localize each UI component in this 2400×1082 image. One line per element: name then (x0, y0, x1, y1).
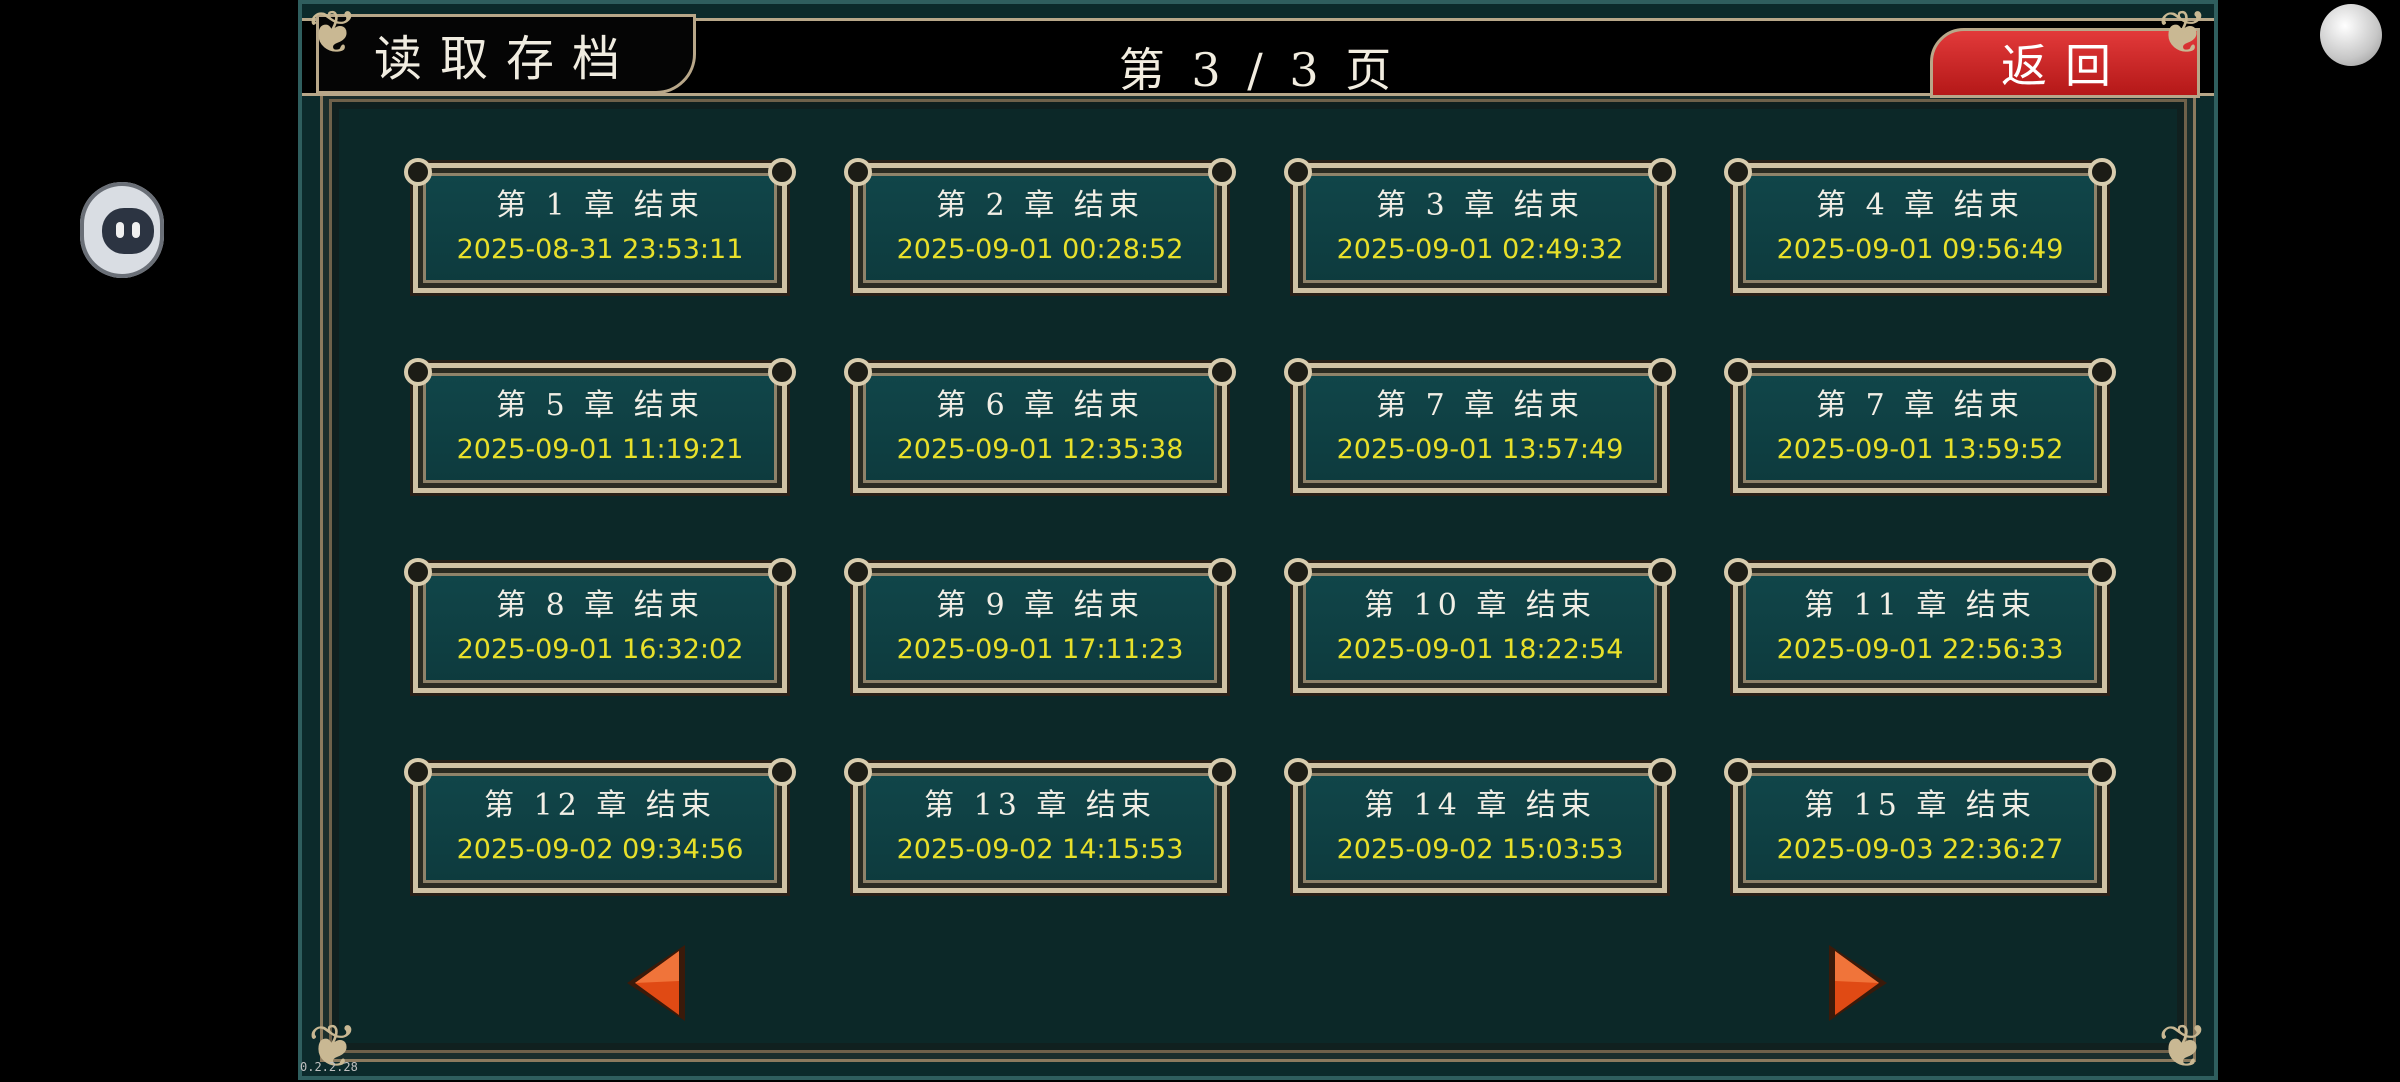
save-slot-title: 第 12 章 结束 (484, 788, 716, 823)
save-slot[interactable]: 第 14 章 结束 2025-09-02 15:03:53 (1284, 758, 1676, 893)
save-slot-date: 2025-09-01 13:57:49 (1336, 434, 1624, 465)
save-slot-title: 第 2 章 结束 (936, 188, 1144, 223)
save-slot-date: 2025-09-01 11:19:21 (456, 434, 744, 465)
next-page-arrow-icon[interactable] (1823, 941, 1893, 1025)
save-slot-title: 第 4 章 结束 (1816, 188, 2024, 223)
save-slot[interactable]: 第 10 章 结束 2025-09-01 18:22:54 (1284, 558, 1676, 693)
save-slot-date: 2025-09-02 09:34:56 (456, 834, 744, 865)
save-slot[interactable]: 第 1 章 结束 2025-08-31 23:53:11 (404, 158, 796, 293)
save-slot-date: 2025-09-01 12:35:38 (896, 434, 1184, 465)
save-slot[interactable]: 第 8 章 结束 2025-09-01 16:32:02 (404, 558, 796, 693)
save-slot[interactable]: 第 5 章 结束 2025-09-01 11:19:21 (404, 358, 796, 493)
save-slot[interactable]: 第 9 章 结束 2025-09-01 17:11:23 (844, 558, 1236, 693)
save-slot-date: 2025-09-02 15:03:53 (1336, 834, 1624, 865)
assistant-bubble-icon[interactable] (80, 182, 164, 278)
save-slot-date: 2025-09-03 22:36:27 (1776, 834, 2064, 865)
save-slot-title: 第 1 章 结束 (496, 188, 704, 223)
slot-grid-frame: 第 1 章 结束 2025-08-31 23:53:11 第 2 章 结束 2025-… (320, 90, 2196, 1062)
save-slot-title: 第 9 章 结束 (936, 588, 1144, 623)
prev-page-arrow-icon[interactable] (621, 941, 691, 1025)
corner-ornament-icon: ❦ (2157, 0, 2209, 68)
corner-ornament-icon: ❦ (307, 0, 359, 68)
save-slot-date: 2025-09-01 18:22:54 (1336, 634, 1624, 665)
save-slot-date: 2025-09-01 17:11:23 (896, 634, 1184, 665)
save-slot[interactable]: 第 4 章 结束 2025-09-01 09:56:49 (1724, 158, 2116, 293)
save-slot[interactable]: 第 7 章 结束 2025-09-01 13:59:52 (1724, 358, 2116, 493)
load-save-panel: 第 1 章 结束 2025-08-31 23:53:11 第 2 章 结束 2025-… (298, 0, 2218, 1082)
save-slot-title: 第 13 章 结束 (924, 788, 1156, 823)
save-slot-title: 第 8 章 结束 (496, 588, 704, 623)
save-slot[interactable]: 第 6 章 结束 2025-09-01 12:35:38 (844, 358, 1236, 493)
save-slot-title: 第 14 章 结束 (1364, 788, 1596, 823)
assistant-eye-right (132, 222, 140, 238)
assistant-eye-left (116, 222, 124, 238)
corner-ornament-icon: ❦ (2157, 1012, 2209, 1082)
save-slot[interactable]: 第 7 章 结束 2025-09-01 13:57:49 (1284, 358, 1676, 493)
save-slot-title: 第 6 章 结束 (936, 388, 1144, 423)
save-slot-title: 第 3 章 结束 (1376, 188, 1584, 223)
save-slot-title: 第 7 章 结束 (1376, 388, 1584, 423)
save-slot[interactable]: 第 11 章 结束 2025-09-01 22:56:33 (1724, 558, 2116, 693)
save-slot[interactable]: 第 2 章 结束 2025-09-01 00:28:52 (844, 158, 1236, 293)
save-slot-title: 第 10 章 结束 (1364, 588, 1596, 623)
save-slot[interactable]: 第 13 章 结束 2025-09-02 14:15:53 (844, 758, 1236, 893)
save-slot-title: 第 5 章 结束 (496, 388, 704, 423)
save-slot[interactable]: 第 12 章 结束 2025-09-02 09:34:56 (404, 758, 796, 893)
save-slot-date: 2025-08-31 23:53:11 (456, 234, 744, 265)
page-title: 读取存档 (316, 14, 696, 94)
save-slot-title: 第 7 章 结束 (1816, 388, 2024, 423)
floating-assistant-ball[interactable] (2320, 4, 2382, 66)
save-slot-date: 2025-09-01 02:49:32 (1336, 234, 1624, 265)
version-label: 0.2.2.28 (300, 1060, 358, 1074)
save-slot[interactable]: 第 15 章 结束 2025-09-03 22:36:27 (1724, 758, 2116, 893)
save-slot-date: 2025-09-01 16:32:02 (456, 634, 744, 665)
assistant-face (102, 208, 154, 254)
save-slot-title: 第 11 章 结束 (1804, 588, 2036, 623)
save-slot-date: 2025-09-01 00:28:52 (896, 234, 1184, 265)
save-slot-date: 2025-09-01 09:56:49 (1776, 234, 2064, 265)
save-slot[interactable]: 第 3 章 结束 2025-09-01 02:49:32 (1284, 158, 1676, 293)
save-slot-date: 2025-09-01 13:59:52 (1776, 434, 2064, 465)
save-slot-title: 第 15 章 结束 (1804, 788, 2036, 823)
save-slot-date: 2025-09-02 14:15:53 (896, 834, 1184, 865)
save-slot-date: 2025-09-01 22:56:33 (1776, 634, 2064, 665)
